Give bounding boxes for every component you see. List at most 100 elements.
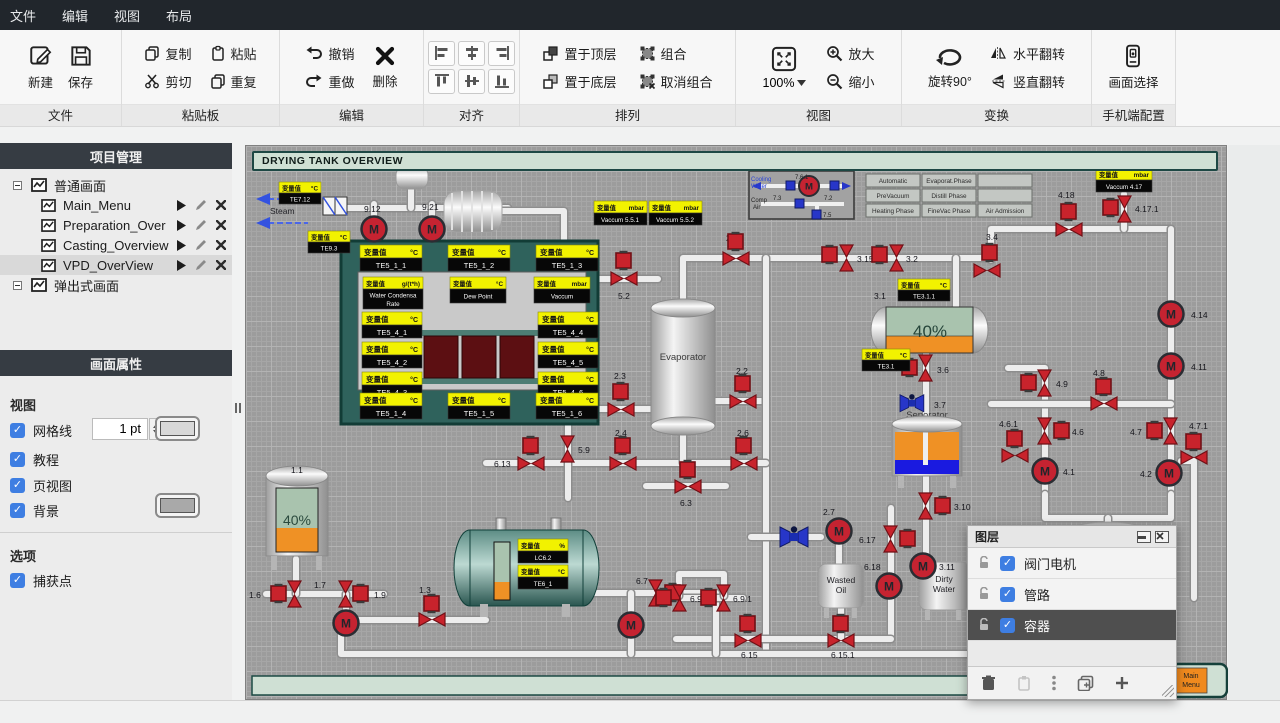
unlock-icon[interactable] (977, 556, 991, 570)
svg-text:FineVac Phase: FineVac Phase (928, 208, 971, 215)
tree-group-popup-screens[interactable]: 弹出式画面 (0, 275, 232, 295)
unlock-icon[interactable] (977, 618, 991, 632)
zoom-caret-icon[interactable] (797, 80, 806, 86)
rotate-button[interactable]: 旋转90° (928, 44, 972, 90)
toolbar-group-view: 100% 放大 缩小 视图 (736, 30, 902, 126)
layers-panel-titlebar[interactable]: 图层 (968, 526, 1176, 548)
edit-pencil-icon[interactable] (195, 259, 207, 271)
resize-handle[interactable] (1162, 685, 1174, 697)
run-icon[interactable] (176, 260, 186, 271)
flip-horizontal-button[interactable]: 水平翻转 (990, 44, 1065, 63)
layer-row-vessels[interactable]: ✓ 容器 (968, 610, 1176, 641)
layer-visible-checkbox[interactable]: ✓ (1000, 556, 1015, 571)
tutorial-checkbox[interactable]: ✓ (10, 452, 25, 467)
new-button[interactable]: 新建 (28, 43, 54, 91)
snap-checkbox[interactable]: ✓ (10, 573, 25, 588)
menu-layout[interactable]: 布局 (166, 6, 192, 25)
zoom-out-button[interactable]: 缩小 (826, 72, 874, 91)
unlock-icon[interactable] (977, 587, 991, 601)
svg-text:4.11: 4.11 (1191, 362, 1207, 372)
align-left-button[interactable] (428, 41, 455, 66)
group-button[interactable]: 组合 (639, 44, 713, 63)
gridline-checkbox[interactable]: ✓ (10, 423, 25, 438)
gridline-width-input[interactable]: 1 pt (92, 418, 148, 440)
delete-button[interactable]: 删除 (373, 44, 398, 90)
send-to-back-button[interactable]: 置于底层 (542, 72, 616, 91)
svg-text:TE5_1_5: TE5_1_5 (464, 409, 494, 418)
run-icon[interactable] (176, 240, 186, 251)
main-menu-button[interactable]: Main Menu (1171, 664, 1227, 697)
svg-text:Rate: Rate (386, 301, 400, 308)
paste-button[interactable]: 粘贴 (210, 44, 257, 63)
minimize-icon[interactable] (1137, 531, 1151, 543)
tree-item-main-menu[interactable]: Main_Menu (0, 195, 232, 215)
collapse-icon[interactable] (13, 281, 22, 290)
menu-view[interactable]: 视图 (114, 6, 140, 25)
collapse-icon[interactable] (13, 181, 22, 190)
delete-x-icon[interactable] (216, 220, 226, 230)
cooling-panel[interactable]: M Cooling Water Comp Air 7.6.1 7.3 7.2 7… (749, 171, 854, 219)
screen-select-button[interactable]: 画面选择 (1108, 43, 1158, 91)
zoom-fit-button[interactable]: 100% (763, 45, 807, 90)
undo-button[interactable]: 撤销 (305, 44, 354, 63)
edit-pencil-icon[interactable] (195, 219, 207, 231)
edit-pencil-icon[interactable] (195, 239, 207, 251)
paste-icon[interactable] (1017, 675, 1031, 691)
align-right-button[interactable] (488, 41, 515, 66)
layer-row-piping[interactable]: ✓ 管路 (968, 579, 1176, 610)
page-view-checkbox[interactable]: ✓ (10, 478, 25, 493)
ungroup-button[interactable]: 取消组合 (639, 72, 713, 91)
layer-visible-checkbox[interactable]: ✓ (1000, 618, 1015, 633)
background-checkbox[interactable]: ✓ (10, 503, 25, 518)
redo-button[interactable]: 重做 (305, 72, 354, 91)
run-icon[interactable] (176, 220, 186, 231)
gridline-color-swatch[interactable] (155, 416, 200, 441)
tree-group-normal-screens[interactable]: 普通画面 (0, 175, 232, 195)
duplicate-layer-icon[interactable] (1077, 675, 1094, 691)
tree-item-casting-overview[interactable]: Casting_Overview (0, 235, 232, 255)
tree-item-vpd-overview[interactable]: VPD_OverView (0, 255, 232, 275)
zoom-in-button[interactable]: 放大 (826, 44, 874, 63)
svg-text:°C: °C (311, 185, 319, 193)
cut-button[interactable]: 剪切 (144, 72, 191, 91)
bring-to-front-button[interactable]: 置于顶层 (542, 44, 616, 63)
align-middle-v-button[interactable] (458, 69, 485, 94)
duplicate-button[interactable]: 重复 (210, 72, 257, 91)
align-top-button[interactable] (428, 69, 455, 94)
more-icon[interactable] (1052, 675, 1056, 691)
svg-text:°C: °C (586, 249, 594, 257)
edit-pencil-icon[interactable] (195, 199, 207, 211)
splitter-handle[interactable] (235, 403, 243, 416)
svg-text:变量值: 变量值 (542, 374, 565, 384)
close-icon[interactable] (1155, 531, 1169, 543)
layer-visible-checkbox[interactable]: ✓ (1000, 587, 1015, 602)
evaporator-tank[interactable]: Evaporator (651, 299, 715, 435)
ungroup-icon (639, 73, 656, 90)
svg-text:°C: °C (410, 249, 418, 257)
toolbar-group-clipboard: 复制 剪切 粘贴 重复 (122, 30, 280, 126)
scada-title-bar[interactable]: DRYING TANK OVERVIEW (252, 151, 1218, 171)
zoom-level-value[interactable]: 100% (763, 76, 795, 90)
save-button[interactable]: 保存 (68, 43, 94, 91)
align-bottom-button[interactable] (488, 69, 515, 94)
svg-text:TE6_1: TE6_1 (534, 581, 553, 588)
heat-exchanger[interactable] (323, 197, 347, 215)
phase-button-grid[interactable]: Automatic Evaporat.Phase PreVacuum Disti… (866, 174, 1032, 217)
layer-row-valve-motor[interactable]: ✓ 阀门电机 (968, 548, 1176, 579)
add-layer-icon[interactable] (1115, 676, 1129, 690)
separator-tank[interactable]: Seporator (892, 410, 962, 488)
align-center-h-button[interactable] (458, 41, 485, 66)
menu-file[interactable]: 文件 (10, 6, 36, 25)
trash-icon[interactable] (981, 675, 996, 691)
delete-x-icon[interactable] (216, 200, 226, 210)
copy-button[interactable]: 复制 (144, 44, 191, 63)
menu-edit[interactable]: 编辑 (62, 6, 88, 25)
run-icon[interactable] (176, 200, 186, 211)
delete-x-icon[interactable] (216, 240, 226, 250)
delete-x-icon[interactable] (216, 260, 226, 270)
flip-vertical-button[interactable]: 竖直翻转 (990, 72, 1065, 91)
tank-1-1[interactable]: 1.1 40% (266, 465, 328, 570)
background-color-swatch[interactable] (155, 493, 200, 518)
tree-item-preparation-overview[interactable]: Preparation_Over (0, 215, 232, 235)
svg-text:1.7: 1.7 (314, 580, 326, 590)
